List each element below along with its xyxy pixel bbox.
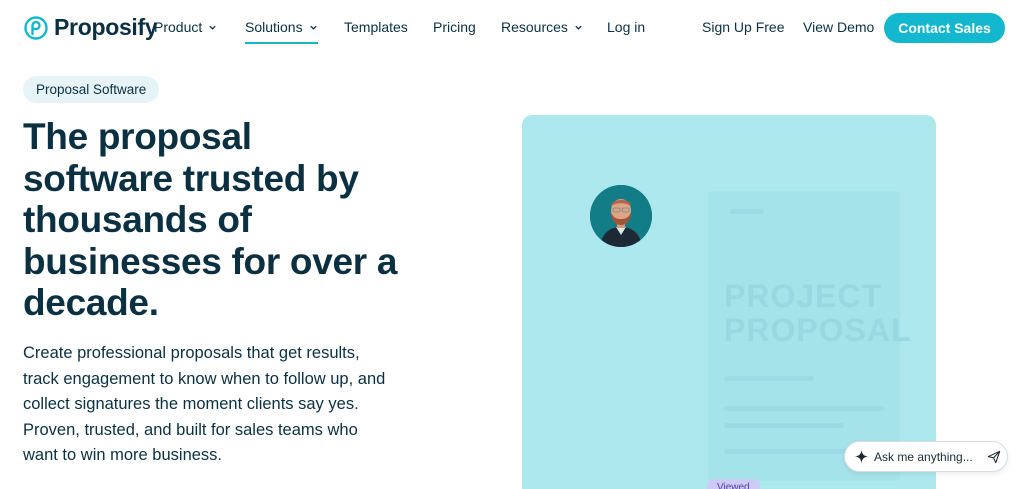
- send-icon[interactable]: [987, 450, 1001, 464]
- hero-illustration: PROJECT PROPOSAL Viewed: [522, 115, 936, 489]
- nav-pricing-label: Pricing: [433, 19, 476, 35]
- logo[interactable]: Proposify: [24, 14, 158, 41]
- chevron-down-icon: [309, 25, 317, 30]
- active-nav-underline: [245, 42, 318, 44]
- nav-product[interactable]: Product: [154, 19, 217, 35]
- nav-templates[interactable]: Templates: [344, 19, 408, 35]
- top-navigation: Proposify Product Solutions Templates Pr…: [0, 0, 1024, 56]
- doc-line: [724, 376, 814, 381]
- nav-templates-label: Templates: [344, 19, 408, 35]
- doc-decoration: [730, 209, 764, 214]
- hero-description: Create professional proposals that get r…: [23, 344, 386, 464]
- chevron-down-icon: [575, 25, 582, 30]
- nav-resources[interactable]: Resources: [501, 19, 583, 35]
- nav-login-label: Log in: [607, 19, 646, 35]
- nav-pricing[interactable]: Pricing: [433, 19, 476, 35]
- proposify-logo-icon: [24, 15, 48, 40]
- signup-link[interactable]: Sign Up Free: [702, 19, 784, 35]
- chevron-down-icon: [209, 25, 216, 30]
- ask-assistant-input[interactable]: Ask me anything...: [844, 441, 1008, 472]
- logo-text: Proposify: [54, 14, 158, 40]
- doc-line: [724, 423, 844, 428]
- viewed-status-chip: Viewed: [707, 479, 760, 489]
- signup-label: Sign Up Free: [702, 19, 785, 35]
- nav-solutions-label: Solutions: [245, 19, 303, 35]
- doc-title: PROJECT PROPOSAL: [724, 278, 912, 348]
- proposal-document-preview: PROJECT PROPOSAL: [708, 191, 911, 481]
- nav-solutions[interactable]: Solutions: [245, 19, 318, 44]
- ask-placeholder: Ask me anything...: [874, 450, 973, 464]
- hero-headline: The proposal software trusted by thousan…: [23, 116, 398, 323]
- person-portrait-icon: [590, 185, 652, 247]
- nav-product-label: Product: [154, 19, 203, 35]
- view-demo-label: View Demo: [803, 19, 875, 35]
- view-demo-link[interactable]: View Demo: [803, 19, 874, 35]
- sparkle-icon: [854, 449, 869, 464]
- avatar: [590, 185, 652, 247]
- nav-login[interactable]: Log in: [607, 19, 645, 35]
- doc-line: [724, 406, 884, 411]
- category-badge: Proposal Software: [23, 76, 160, 103]
- nav-resources-label: Resources: [501, 19, 568, 35]
- contact-sales-button[interactable]: Contact Sales: [884, 13, 1005, 43]
